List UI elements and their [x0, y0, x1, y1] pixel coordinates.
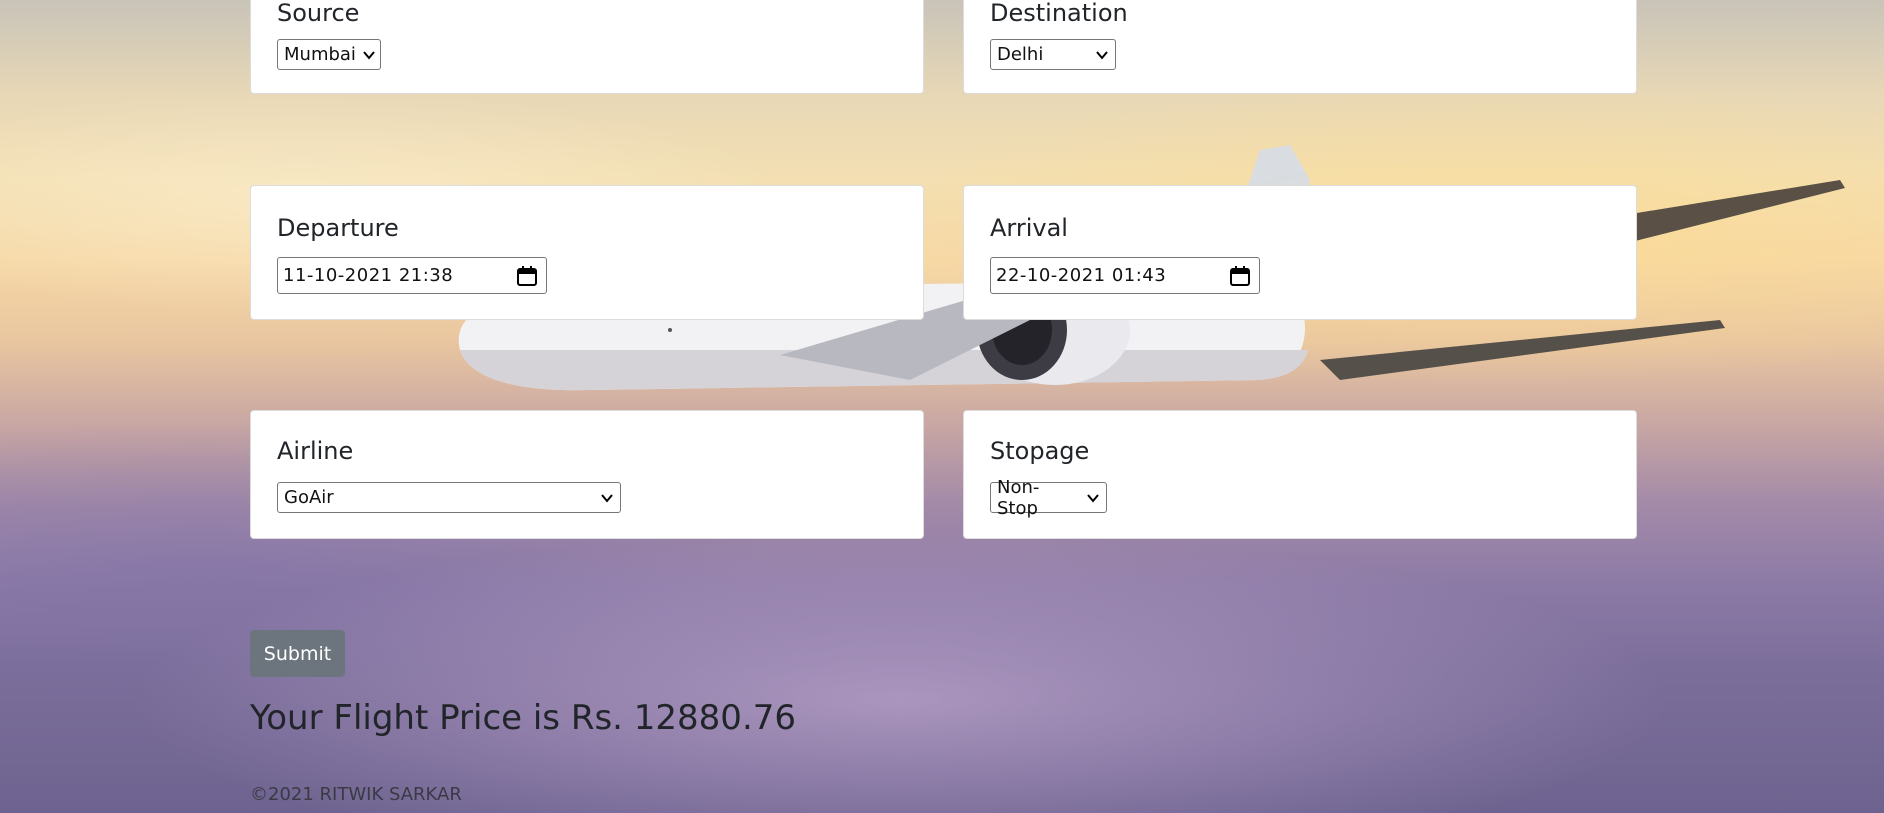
chevron-down-icon [1087, 493, 1099, 503]
source-select-value: Mumbai [284, 44, 356, 65]
row-route: Source Mumbai Destination Delhi [250, 0, 1637, 94]
departure-label: Departure [277, 214, 399, 242]
submit-button[interactable]: Submit [250, 630, 345, 677]
stopage-card: Stopage Non-Stop [963, 410, 1637, 539]
departure-card: Departure 11-10-2021 21:38 [250, 185, 924, 320]
arrival-label: Arrival [990, 214, 1068, 242]
footer-copyright: ©2021 RITWIK SARKAR [250, 784, 462, 805]
destination-select-value: Delhi [997, 44, 1044, 65]
chevron-down-icon [1096, 50, 1108, 60]
source-card: Source Mumbai [250, 0, 924, 94]
calendar-icon[interactable] [1229, 265, 1251, 287]
chevron-down-icon [363, 50, 375, 60]
stopage-select[interactable]: Non-Stop [990, 477, 1107, 519]
row-times: Departure 11-10-2021 21:38 Arrival 22-10… [250, 185, 1637, 320]
arrival-datetime-input[interactable]: 22-10-2021 01:43 [990, 257, 1260, 294]
departure-value: 11-10-2021 21:38 [283, 265, 454, 286]
airline-select[interactable]: GoAir [277, 482, 621, 513]
departure-datetime-input[interactable]: 11-10-2021 21:38 [277, 257, 547, 294]
destination-select[interactable]: Delhi [990, 39, 1116, 70]
arrival-card: Arrival 22-10-2021 01:43 [963, 185, 1637, 320]
chevron-down-icon [601, 493, 613, 503]
destination-label: Destination [990, 0, 1128, 27]
stopage-label: Stopage [990, 437, 1090, 465]
airline-card: Airline GoAir [250, 410, 924, 539]
source-label: Source [277, 0, 360, 27]
row-carrier: Airline GoAir Stopage Non-Stop [250, 410, 1637, 539]
airline-select-value: GoAir [284, 487, 334, 508]
destination-card: Destination Delhi [963, 0, 1637, 94]
airline-label: Airline [277, 437, 354, 465]
source-select[interactable]: Mumbai [277, 39, 381, 70]
stopage-select-value: Non-Stop [997, 476, 1040, 519]
flight-price-result: Your Flight Price is Rs. 12880.76 [250, 698, 797, 738]
calendar-icon[interactable] [516, 265, 538, 287]
arrival-value: 22-10-2021 01:43 [996, 265, 1167, 286]
